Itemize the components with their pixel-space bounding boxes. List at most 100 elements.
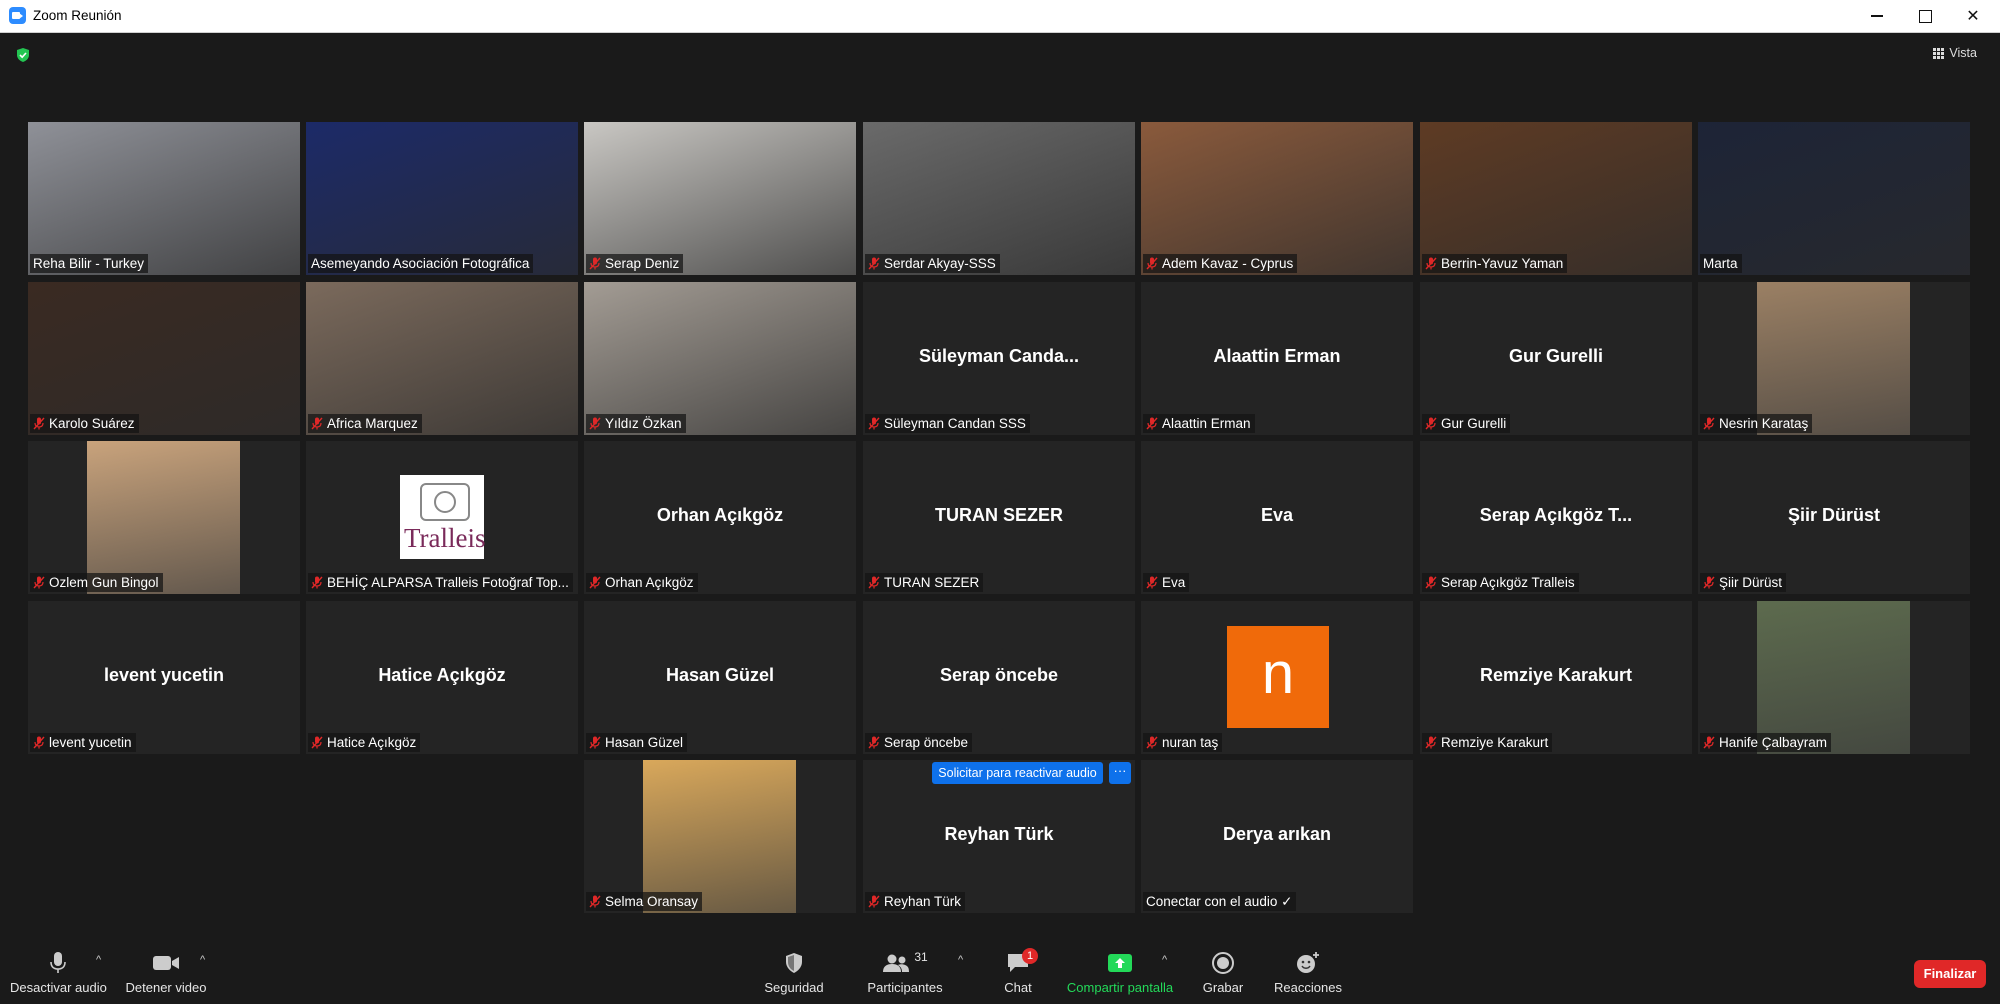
participant-video [1141,122,1413,275]
participants-icon [883,954,910,972]
muted-microphone-icon [589,736,601,749]
participant-name-label: Hasan Güzel [586,733,688,752]
record-label: Grabar [1202,980,1244,995]
share-options-caret[interactable]: ^ [1162,954,1167,966]
participant-name-label: Şiir Dürüst [1700,573,1787,592]
participants-button[interactable]: 31 Participantes [862,950,948,995]
participant-tile[interactable]: Selma Oransay [584,760,856,913]
end-meeting-button[interactable]: Finalizar [1914,960,1986,988]
participant-tile[interactable]: Reha Bilir - Turkey [28,122,300,275]
profile-logo-text: Tralleis [404,523,486,553]
participant-name-label: Karolo Suárez [30,414,139,433]
participant-tile[interactable]: Asemeyando Asociación Fotográfica [306,122,578,275]
security-button[interactable]: Seguridad [754,950,834,995]
participant-tile[interactable]: n nuran taş [1141,601,1413,754]
participant-tile[interactable]: Serap öncebe Serap öncebe [863,601,1135,754]
participant-name-label: Reha Bilir - Turkey [30,254,149,273]
participant-video [28,122,300,275]
participant-photo [1757,601,1910,754]
participant-name-label: Reyhan Türk [865,892,966,911]
reactions-emoji-icon [1297,952,1319,973]
participant-tile[interactable]: Hasan Güzel Hasan Güzel [584,601,856,754]
participant-photo [87,441,240,594]
participant-name-label: Süleyman Candan SSS [865,414,1030,433]
participant-name: Africa Marquez [327,416,418,431]
reactions-button[interactable]: Reacciones [1272,950,1344,995]
stop-video-button[interactable]: Detener video [122,950,210,995]
participant-display-name: Süleyman Canda... [918,346,1080,366]
participant-name-label: Hatice Açıkgöz [308,733,421,752]
participant-name: Serap Deniz [605,256,680,271]
participant-name-label: BEHİÇ ALPARSA Tralleis Fotoğraf Top... [308,573,573,592]
participant-tile[interactable]: Süleyman Canda... Süleyman Candan SSS [863,282,1135,435]
ask-to-unmute-button[interactable]: Solicitar para reactivar audio [932,762,1103,784]
participant-name: Asemeyando Asociación Fotográfica [311,256,530,271]
share-screen-label: Compartir pantalla [1066,980,1174,995]
participant-name-label: Hanife Çalbayram [1700,733,1832,752]
muted-microphone-icon [868,895,880,908]
participant-tile[interactable]: levent yucetin levent yucetin [28,601,300,754]
muted-microphone-icon [589,576,601,589]
participant-display-name: Derya arıkan [1222,824,1332,844]
participant-tile[interactable]: Adem Kavaz - Cyprus [1141,122,1413,275]
muted-microphone-icon [589,895,601,908]
participant-tile[interactable]: Tralleis BEHİÇ ALPARSA Tralleis Fotoğraf … [306,441,578,594]
participant-name-label: Asemeyando Asociación Fotográfica [308,254,534,273]
participant-name: Hanife Çalbayram [1719,735,1828,750]
participant-tile[interactable]: Marta [1698,122,1970,275]
participant-tile[interactable]: Karolo Suárez [28,282,300,435]
participant-tile[interactable]: Hatice Açıkgöz Hatice Açıkgöz [306,601,578,754]
participant-tile[interactable]: Nesrin Karataş [1698,282,1970,435]
participant-tile[interactable]: Yıldız Özkan [584,282,856,435]
participant-tile[interactable]: Serdar Akyay-SSS [863,122,1135,275]
reactions-label: Reacciones [1274,980,1342,995]
participant-photo [1757,282,1910,435]
muted-microphone-icon [868,736,880,749]
muted-microphone-icon [1146,576,1158,589]
participant-tile[interactable]: Africa Marquez [306,282,578,435]
more-options-button[interactable]: ··· [1109,762,1131,784]
participant-tile[interactable]: Hanife Çalbayram [1698,601,1970,754]
video-camera-icon [153,956,179,970]
participant-name-label: Gur Gurelli [1422,414,1511,433]
participant-name: Berrin-Yavuz Yaman [1441,256,1564,271]
participant-display-name: Hatice Açıkgöz [378,665,506,685]
profile-logo: Tralleis [400,475,486,559]
participant-name-label: Eva [1143,573,1190,592]
participant-name-label: Adem Kavaz - Cyprus [1143,254,1298,273]
participant-tile[interactable]: Berrin-Yavuz Yaman [1420,122,1692,275]
participant-name: Şiir Dürüst [1719,575,1783,590]
participant-name: Serap Açıkgöz Tralleis [1441,575,1575,590]
participant-tile[interactable]: Serap Deniz [584,122,856,275]
audio-options-caret[interactable]: ^ [96,954,101,966]
participant-name-label: Conectar con el audio ✓ [1143,892,1297,911]
participant-name: Serdar Akyay-SSS [884,256,996,271]
participant-name-label: Serdar Akyay-SSS [865,254,1000,273]
participant-video [306,122,578,275]
participant-name: Ozlem Gun Bingol [49,575,159,590]
participant-name-label: Selma Oransay [586,892,703,911]
participant-tile[interactable]: Orhan Açıkgöz Orhan Açıkgöz [584,441,856,594]
stop-video-label: Detener video [125,980,207,995]
record-button[interactable]: Grabar [1198,950,1248,995]
participants-options-caret[interactable]: ^ [958,954,963,966]
mute-audio-button[interactable]: Desactivar audio [10,950,107,995]
participant-tile[interactable]: Ozlem Gun Bingol [28,441,300,594]
participant-video [306,282,578,435]
video-options-caret[interactable]: ^ [200,954,205,966]
initial-avatar: n [1227,626,1329,728]
participant-tile[interactable]: Alaattin Erman Alaattin Erman [1141,282,1413,435]
participant-tile[interactable]: Derya arıkan Conectar con el audio ✓ [1141,760,1413,913]
share-screen-button[interactable]: Compartir pantalla [1062,950,1178,995]
participant-name: Yıldız Özkan [605,416,682,431]
participant-tile[interactable]: Gur Gurelli Gur Gurelli [1420,282,1692,435]
participant-name: Marta [1703,256,1738,271]
participant-name-label: Remziye Karakurt [1422,733,1553,752]
participant-tile[interactable]: Serap Açıkgöz T... Serap Açıkgöz Tralleis [1420,441,1692,594]
participant-photo [643,760,796,913]
muted-microphone-icon [311,576,323,589]
participant-tile[interactable]: TURAN SEZER TURAN SEZER [863,441,1135,594]
participant-tile[interactable]: Şiir Dürüst Şiir Dürüst [1698,441,1970,594]
participant-tile[interactable]: Eva Eva [1141,441,1413,594]
participant-tile[interactable]: Remziye Karakurt Remziye Karakurt [1420,601,1692,754]
